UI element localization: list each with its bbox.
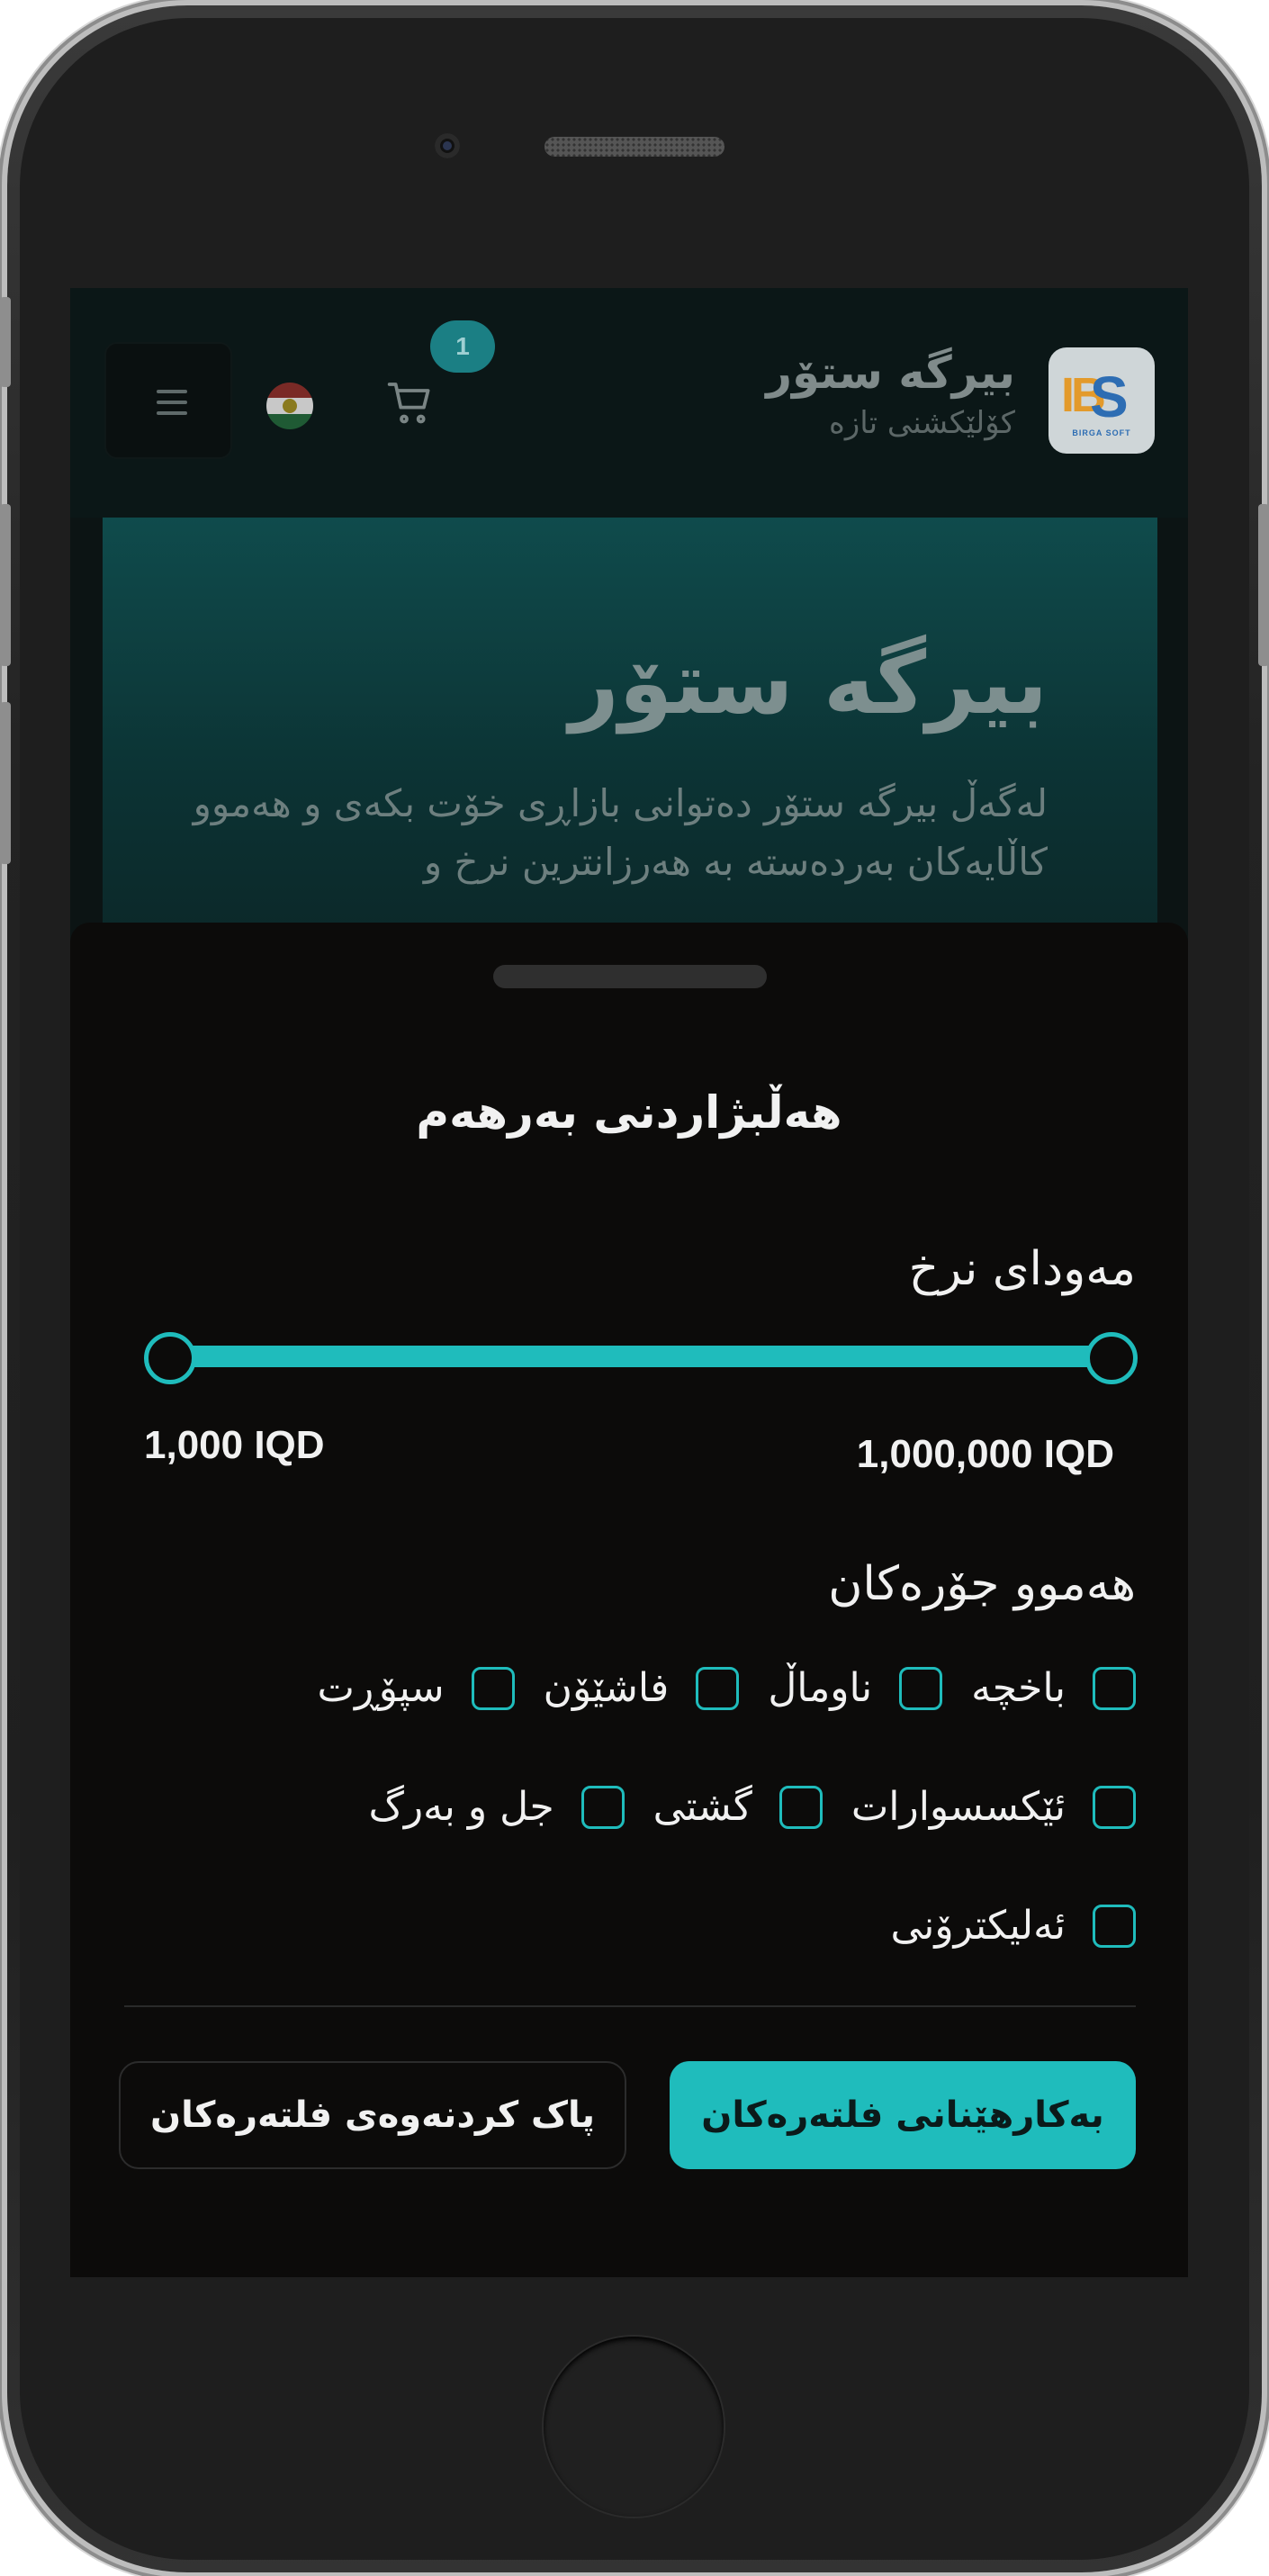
category-label: باخچە bbox=[971, 1665, 1066, 1711]
logo-caption: BIRGA SOFT bbox=[1072, 428, 1131, 437]
mute-switch bbox=[0, 297, 11, 387]
sheet-title: هەڵبژاردنی بەرهەم bbox=[416, 1086, 842, 1139]
menu-button[interactable] bbox=[104, 342, 232, 459]
category-label: جل و بەرگ bbox=[368, 1784, 554, 1830]
category-option[interactable]: جل و بەرگ bbox=[368, 1784, 625, 1830]
app-screen: IB S BIRGA SOFT بیرگە ستۆر کۆلێکشنی تازە… bbox=[70, 288, 1188, 2277]
brand-logo[interactable]: IB S BIRGA SOFT bbox=[1048, 347, 1155, 454]
category-checkbox[interactable] bbox=[778, 1785, 823, 1829]
clear-filters-button[interactable]: پاک کردنەوەی فلتەرەکان bbox=[119, 2061, 626, 2169]
category-checkbox[interactable] bbox=[1093, 1904, 1136, 1948]
price-max-value: 1,000,000 IQD bbox=[856, 1432, 1114, 1476]
category-checkbox[interactable] bbox=[696, 1666, 740, 1710]
hero-banner: بیرگە ستۆر لەگەڵ بیرگە ستۆر دەتوانی بازا… bbox=[103, 518, 1157, 986]
sheet-divider bbox=[124, 2005, 1136, 2007]
kurdistan-flag-icon[interactable] bbox=[266, 383, 313, 429]
price-range-track[interactable] bbox=[169, 1346, 1132, 1367]
category-checkbox[interactable] bbox=[471, 1666, 515, 1710]
front-camera bbox=[435, 133, 460, 158]
categories-label: هەموو جۆرەکان bbox=[828, 1557, 1136, 1611]
category-checkbox[interactable] bbox=[1093, 1785, 1136, 1829]
category-option[interactable]: ناوماڵ bbox=[768, 1665, 943, 1711]
volume-up-button bbox=[0, 504, 11, 666]
price-min-value: 1,000 IQD bbox=[144, 1423, 325, 1467]
filter-bottom-sheet: هەڵبژاردنی بەرهەم مەودای نرخ 1,000 IQD 1… bbox=[70, 923, 1188, 2277]
category-option[interactable]: فاشێۆن bbox=[544, 1665, 740, 1711]
price-range-label: مەودای نرخ bbox=[908, 1242, 1136, 1296]
category-option[interactable]: ئەلیکترۆنی bbox=[890, 1903, 1136, 1949]
cart-count-badge: 1 bbox=[430, 320, 495, 373]
category-label: ئێکسسوارات bbox=[850, 1784, 1066, 1830]
category-row: باخچە ناوماڵ فاشێۆن سپۆڕت bbox=[289, 1665, 1136, 1711]
earpiece-speaker bbox=[544, 137, 724, 157]
category-option[interactable]: باخچە bbox=[971, 1665, 1136, 1711]
brand-subtitle: کۆلێکشنی تازە bbox=[829, 405, 1015, 441]
power-button bbox=[1258, 504, 1269, 666]
category-checkbox[interactable] bbox=[899, 1666, 943, 1710]
menu-icon bbox=[157, 390, 187, 393]
hero-description: لەگەڵ بیرگە ستۆر دەتوانی بازاڕی خۆت بکەی… bbox=[193, 781, 1048, 885]
hero-title: بیرگە ستۆر bbox=[569, 633, 1048, 734]
category-row: ئێکسسوارات گشتی جل و بەرگ bbox=[339, 1784, 1136, 1830]
app-header: IB S BIRGA SOFT بیرگە ستۆر کۆلێکشنی تازە… bbox=[70, 288, 1188, 518]
category-option[interactable]: ئێکسسوارات bbox=[851, 1784, 1136, 1830]
price-max-thumb[interactable] bbox=[1085, 1332, 1138, 1384]
category-checkbox[interactable] bbox=[1093, 1666, 1136, 1710]
volume-down-button bbox=[0, 702, 11, 864]
category-label: ئەلیکترۆنی bbox=[890, 1903, 1066, 1949]
home-button[interactable] bbox=[544, 2337, 724, 2517]
price-min-thumb[interactable] bbox=[144, 1332, 196, 1384]
brand-title: بیرگە ستۆر bbox=[766, 347, 1015, 399]
cart-icon[interactable] bbox=[385, 378, 436, 428]
category-row: ئەلیکترۆنی bbox=[861, 1903, 1136, 1949]
category-checkbox[interactable] bbox=[580, 1785, 625, 1829]
category-label: ناوماڵ bbox=[768, 1665, 873, 1711]
category-label: فاشێۆن bbox=[543, 1665, 670, 1711]
apply-filters-button[interactable]: بەکارهێنانی فلتەرەکان bbox=[670, 2061, 1136, 2169]
category-label: گشتی bbox=[652, 1784, 752, 1830]
category-option[interactable]: گشتی bbox=[653, 1784, 823, 1830]
category-label: سپۆڕت bbox=[317, 1665, 445, 1711]
sheet-drag-handle[interactable] bbox=[493, 965, 767, 988]
category-option[interactable]: سپۆڕت bbox=[318, 1665, 515, 1711]
logo-mark-s: S bbox=[1090, 365, 1129, 429]
